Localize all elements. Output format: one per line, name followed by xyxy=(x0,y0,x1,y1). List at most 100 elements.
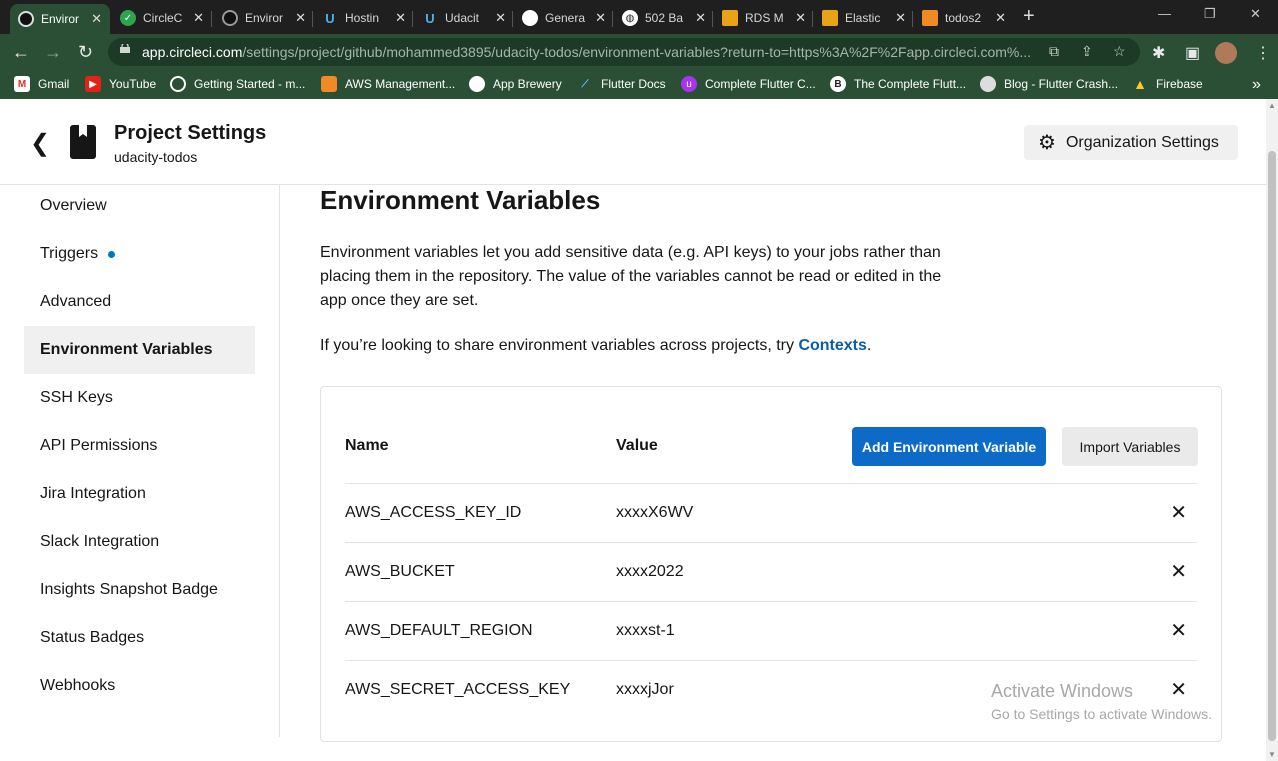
scrollbar-thumb[interactable] xyxy=(1268,151,1276,741)
scroll-down-icon[interactable]: ▼ xyxy=(1268,750,1276,759)
close-icon[interactable]: ✕ xyxy=(395,10,406,26)
delete-icon[interactable]: ✕ xyxy=(1170,618,1187,643)
github-icon xyxy=(522,10,538,26)
close-icon[interactable]: ✕ xyxy=(995,10,1006,26)
contexts-link[interactable]: Contexts xyxy=(798,337,866,354)
sidebar-item-advanced[interactable]: Advanced xyxy=(24,278,255,326)
delete-icon[interactable]: ✕ xyxy=(1170,500,1187,525)
settings-sidebar: Overview Triggers Advanced Environment V… xyxy=(0,185,280,737)
browser-tab[interactable]: ✓ CircleC ✕ xyxy=(112,5,212,31)
bookmark-youtube[interactable]: ▶ YouTube xyxy=(85,76,156,92)
udacity-icon: U xyxy=(425,10,435,26)
sidebar-item-triggers[interactable]: Triggers xyxy=(24,230,255,278)
sidebar-item-overview[interactable]: Overview xyxy=(24,182,255,230)
table-row: AWS_DEFAULT_REGION xxxxst-1 ✕ xyxy=(345,601,1197,661)
blog-icon xyxy=(980,76,996,92)
close-icon[interactable]: ✕ xyxy=(695,10,706,26)
table-row: AWS_ACCESS_KEY_ID xxxxX6WV ✕ xyxy=(345,483,1197,543)
reload-icon[interactable]: ↻ xyxy=(78,42,93,63)
udacity-icon: U xyxy=(325,10,335,26)
browser-tab[interactable]: Enviror ✕ xyxy=(214,5,314,31)
variable-name: AWS_SECRET_ACCESS_KEY xyxy=(345,681,571,698)
back-arrow-icon[interactable]: ← xyxy=(12,42,30,63)
scroll-up-icon[interactable]: ▲ xyxy=(1268,101,1276,110)
bookmark-flutter-docs[interactable]: ⟋ Flutter Docs xyxy=(577,76,666,92)
bookmark-gmail[interactable]: M Gmail xyxy=(14,76,69,92)
organization-settings-button[interactable]: ⚙ Organization Settings xyxy=(1024,125,1238,160)
import-variables-button[interactable]: Import Variables xyxy=(1062,427,1198,466)
url-text: app.circleci.com/settings/project/github… xyxy=(142,44,1032,60)
browser-tab[interactable]: Enviror ✕ xyxy=(10,4,110,34)
page-title: Project Settings xyxy=(114,122,267,144)
project-name: udacity-todos xyxy=(114,149,198,165)
aws-icon xyxy=(722,10,738,26)
back-chevron-icon[interactable]: ❮ xyxy=(30,129,50,158)
column-header-name: Name xyxy=(345,437,389,454)
bookmark-complete-flutter[interactable]: u Complete Flutter C... xyxy=(681,76,816,92)
address-bar[interactable]: app.circleci.com/settings/project/github… xyxy=(108,38,1140,66)
sidebar-item-api-permissions[interactable]: API Permissions xyxy=(24,422,255,470)
sidebar-item-jira-integration[interactable]: Jira Integration xyxy=(24,470,255,518)
gear-icon: ⚙ xyxy=(1038,132,1056,154)
browser-tab[interactable]: todos2 ✕ xyxy=(914,5,1014,31)
bookmark-complete-flutt[interactable]: B The Complete Flutt... xyxy=(830,76,966,92)
restore-button[interactable]: ❐ xyxy=(1204,6,1216,22)
close-icon[interactable]: ✕ xyxy=(595,10,606,26)
bookmark-aws[interactable]: AWS Management... xyxy=(321,76,455,92)
globe-icon: ◍ xyxy=(622,10,638,26)
github-icon xyxy=(469,76,485,92)
circleci-check-icon: ✓ xyxy=(120,10,136,26)
variable-value: xxxxX6WV xyxy=(616,504,694,521)
translate-icon[interactable]: ⧉ xyxy=(1049,43,1059,60)
sidebar-item-status-badges[interactable]: Status Badges xyxy=(24,614,255,662)
delete-icon[interactable]: ✕ xyxy=(1170,559,1187,584)
bookmarks-bar: M Gmail ▶ YouTube Getting Started - m... A… xyxy=(0,71,1278,99)
browser-tab[interactable]: RDS M ✕ xyxy=(714,5,814,31)
close-icon[interactable]: ✕ xyxy=(795,10,806,26)
sidebar-item-webhooks[interactable]: Webhooks xyxy=(24,662,255,710)
delete-icon[interactable]: ✕ xyxy=(1170,677,1187,702)
b-icon: B xyxy=(830,76,846,92)
avatar[interactable] xyxy=(1215,42,1237,64)
sidebar-item-ssh-keys[interactable]: SSH Keys xyxy=(24,374,255,422)
gmail-icon: M xyxy=(14,76,30,92)
settings-header: ❮ Project Settings udacity-todos ⚙ Organ… xyxy=(0,99,1266,185)
browser-tab[interactable]: U Udacit ✕ xyxy=(414,5,514,31)
close-icon[interactable]: ✕ xyxy=(91,11,102,27)
extensions-icon[interactable]: ✱ xyxy=(1152,43,1165,63)
bookmark-blog[interactable]: Blog - Flutter Crash... xyxy=(980,76,1118,92)
forward-arrow-icon[interactable]: → xyxy=(44,42,62,63)
browser-tab[interactable]: ◍ 502 Ba ✕ xyxy=(614,5,714,31)
more-bookmarks-icon[interactable]: » xyxy=(1252,76,1261,94)
bookmark-getting-started[interactable]: Getting Started - m... xyxy=(170,76,305,92)
share-icon[interactable]: ⇪ xyxy=(1081,43,1093,60)
close-icon[interactable]: ✕ xyxy=(295,10,306,26)
window-close-button[interactable]: ✕ xyxy=(1250,6,1261,22)
bookmark-app-brewery[interactable]: App Brewery xyxy=(469,76,562,92)
close-icon[interactable]: ✕ xyxy=(895,10,906,26)
menu-icon[interactable]: ⋮ xyxy=(1255,43,1271,63)
contexts-hint: If you’re looking to share environment v… xyxy=(320,337,872,354)
add-environment-variable-button[interactable]: Add Environment Variable xyxy=(852,427,1046,466)
sidebar-item-slack-integration[interactable]: Slack Integration xyxy=(24,518,255,566)
sidebar-item-environment-variables[interactable]: Environment Variables xyxy=(24,326,255,374)
bookmark-firebase[interactable]: ▲ Firebase xyxy=(1132,76,1203,92)
browser-tab[interactable]: Elastic ✕ xyxy=(814,5,914,31)
browser-tab[interactable]: U Hostin ✕ xyxy=(314,5,414,31)
variable-value: xxxx2022 xyxy=(616,563,684,580)
firebase-icon: ▲ xyxy=(1133,76,1147,92)
circleci-icon xyxy=(18,11,34,27)
sidebar-item-insights-snapshot-badge[interactable]: Insights Snapshot Badge xyxy=(24,566,255,614)
star-icon[interactable]: ☆ xyxy=(1113,43,1126,60)
section-title: Environment Variables xyxy=(320,185,601,215)
new-tab-button[interactable]: + xyxy=(1023,5,1035,28)
close-icon[interactable]: ✕ xyxy=(495,10,506,26)
scrollbar[interactable]: ▲ ▼ xyxy=(1266,99,1278,761)
side-panel-icon[interactable]: ▣ xyxy=(1185,43,1200,63)
project-book-icon xyxy=(70,125,96,159)
browser-tab[interactable]: Genera ✕ xyxy=(514,5,614,31)
minimize-button[interactable]: — xyxy=(1158,6,1171,21)
close-icon[interactable]: ✕ xyxy=(193,10,204,26)
udemy-icon: u xyxy=(681,76,697,92)
variable-value: xxxxst-1 xyxy=(616,622,675,639)
